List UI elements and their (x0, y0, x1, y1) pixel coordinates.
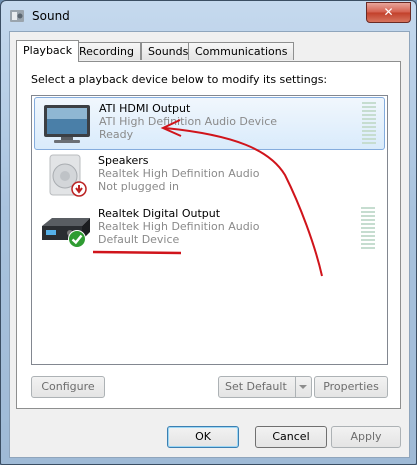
device-item-realtek-digital[interactable]: Realtek Digital Output Realtek High Defi… (34, 203, 383, 254)
device-name: ATI HDMI Output (99, 102, 191, 115)
set-default-label: Set Default (225, 380, 287, 393)
check-icon (68, 230, 86, 248)
tab-communications[interactable]: Communications (188, 42, 295, 60)
device-item-ati-hdmi[interactable]: ATI HDMI Output ATI High Definition Audi… (34, 97, 385, 150)
device-description: Realtek High Definition Audio (98, 220, 260, 233)
properties-button[interactable]: Properties (314, 376, 388, 398)
set-default-dropdown[interactable] (295, 377, 311, 397)
volume-meter (362, 102, 376, 146)
device-status: Default Device (98, 233, 180, 246)
dialog-client-area: Playback Recording Sounds Communications… (9, 31, 410, 458)
instruction-text: Select a playback device below to modify… (31, 73, 328, 86)
apply-button[interactable]: Apply (331, 426, 401, 448)
device-name: Realtek Digital Output (98, 207, 221, 220)
playback-panel: Select a playback device below to modify… (16, 61, 401, 409)
title-bar[interactable]: Sound ✕ (1, 1, 416, 31)
sound-dialog: Sound ✕ Playback Recording Sounds Commun… (0, 0, 417, 465)
cancel-button[interactable]: Cancel (255, 426, 327, 448)
set-default-button[interactable]: Set Default (218, 376, 312, 398)
tab-playback[interactable]: Playback (16, 40, 80, 62)
device-description: ATI High Definition Audio Device (99, 115, 278, 128)
window-title: Sound (32, 9, 70, 23)
device-status: Not plugged in (98, 180, 180, 193)
monitor-icon (44, 105, 90, 143)
chevron-down-icon (299, 385, 307, 389)
ok-button[interactable]: OK (167, 426, 239, 448)
device-status: Ready (99, 128, 134, 141)
configure-button[interactable]: Configure (31, 376, 105, 398)
speaker-app-icon (10, 10, 24, 22)
device-list[interactable]: ATI HDMI Output ATI High Definition Audi… (31, 95, 388, 365)
volume-meter (361, 207, 375, 251)
device-name: Speakers (98, 154, 149, 167)
speaker-icon (49, 154, 87, 197)
device-description: Realtek High Definition Audio (98, 167, 260, 180)
tab-recording[interactable]: Recording (72, 42, 142, 60)
device-item-speakers[interactable]: Speakers Realtek High Definition Audio N… (34, 150, 383, 201)
close-button[interactable]: ✕ (366, 2, 411, 23)
